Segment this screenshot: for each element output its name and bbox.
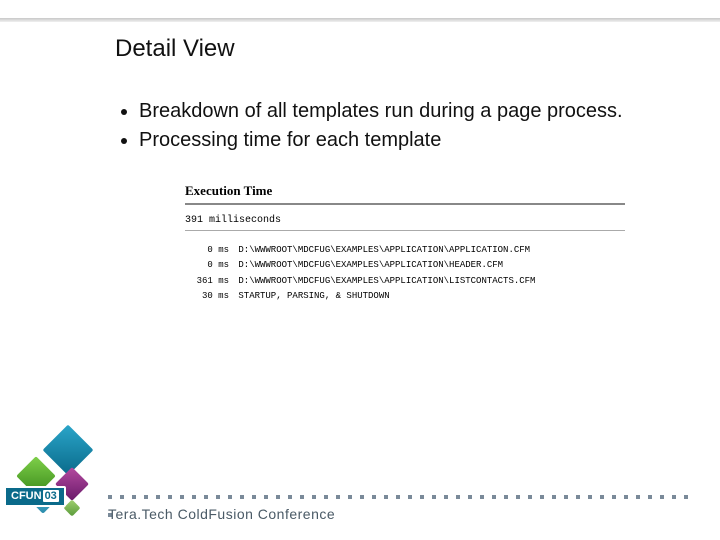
dot-icon: [372, 495, 376, 499]
dot-icon: [684, 495, 688, 499]
dot-icon: [672, 495, 676, 499]
bullet-item: Breakdown of all templates run during a …: [139, 99, 675, 124]
divider: [185, 203, 625, 205]
dot-icon: [312, 495, 316, 499]
footer: CFUN03 Tera.Tech ColdFusion Conference: [0, 460, 720, 540]
dot-icon: [660, 495, 664, 499]
dot-icon: [588, 495, 592, 499]
slide-content: Detail View Breakdown of all templates r…: [115, 35, 675, 304]
dot-icon: [264, 495, 268, 499]
execution-row-time: 361 ms: [185, 274, 233, 289]
execution-row-time: 0 ms: [185, 258, 233, 273]
dot-icon: [492, 495, 496, 499]
cube-icon: [43, 425, 94, 476]
dot-icon: [204, 495, 208, 499]
bullet-item: Processing time for each template: [139, 128, 675, 153]
logo-text: CFUN: [11, 490, 42, 502]
dot-icon: [396, 495, 400, 499]
logo-badge: CFUN03: [4, 486, 66, 507]
dot-icon: [156, 495, 160, 499]
top-divider: [0, 18, 720, 22]
dot-icon: [132, 495, 136, 499]
execution-row-path: D:\WWWROOT\MDCFUG\EXAMPLES\APPLICATION\L…: [238, 274, 535, 289]
execution-row: 0 ms D:\WWWROOT\MDCFUG\EXAMPLES\APPLICAT…: [185, 258, 625, 273]
dot-icon: [168, 495, 172, 499]
dot-icon: [120, 495, 124, 499]
cube-icon: [64, 500, 81, 517]
dot-icon: [444, 495, 448, 499]
dot-icon: [456, 495, 460, 499]
dot-icon: [324, 495, 328, 499]
dot-icon: [516, 495, 520, 499]
dot-icon: [252, 495, 256, 499]
dot-icon: [336, 495, 340, 499]
execution-row-time: 0 ms: [185, 243, 233, 258]
cfun-logo: CFUN03: [0, 414, 105, 534]
dot-icon: [624, 495, 628, 499]
dot-icon: [276, 495, 280, 499]
dot-icon: [384, 495, 388, 499]
dot-icon: [408, 495, 412, 499]
dot-icon: [432, 495, 436, 499]
dot-icon: [612, 495, 616, 499]
dot-icon: [468, 495, 472, 499]
dot-icon: [528, 495, 532, 499]
execution-time-block: Execution Time 391 milliseconds 0 ms D:\…: [185, 183, 625, 304]
slide-title: Detail View: [115, 35, 675, 63]
execution-row-time: 30 ms: [185, 289, 233, 304]
dot-icon: [228, 495, 232, 499]
execution-row-path: D:\WWWROOT\MDCFUG\EXAMPLES\APPLICATION\H…: [238, 258, 503, 273]
dot-icon: [288, 495, 292, 499]
dot-icon: [600, 495, 604, 499]
dot-icon: [240, 495, 244, 499]
logo-year: 03: [43, 490, 59, 502]
dot-icon: [576, 495, 580, 499]
dot-icon: [420, 495, 424, 499]
dot-icon: [564, 495, 568, 499]
dot-icon: [360, 495, 364, 499]
dot-icon: [216, 495, 220, 499]
execution-heading: Execution Time: [185, 183, 625, 199]
dot-icon: [480, 495, 484, 499]
dot-icon: [300, 495, 304, 499]
execution-row-path: STARTUP, PARSING, & SHUTDOWN: [238, 289, 389, 304]
execution-row-path: D:\WWWROOT\MDCFUG\EXAMPLES\APPLICATION\A…: [238, 243, 530, 258]
dot-icon: [144, 495, 148, 499]
dot-icon: [636, 495, 640, 499]
dot-icon: [348, 495, 352, 499]
execution-row: 361 ms D:\WWWROOT\MDCFUG\EXAMPLES\APPLIC…: [185, 274, 625, 289]
bullet-list: Breakdown of all templates run during a …: [115, 99, 675, 153]
execution-row: 30 ms STARTUP, PARSING, & SHUTDOWN: [185, 289, 625, 304]
dot-icon: [108, 495, 112, 499]
execution-row: 0 ms D:\WWWROOT\MDCFUG\EXAMPLES\APPLICAT…: [185, 243, 625, 258]
dot-icon: [192, 495, 196, 499]
dot-icon: [648, 495, 652, 499]
dot-icon: [504, 495, 508, 499]
dotted-rule: [108, 488, 700, 496]
dot-icon: [552, 495, 556, 499]
execution-total: 391 milliseconds: [185, 215, 625, 226]
divider: [185, 230, 625, 231]
conference-name: Tera.Tech ColdFusion Conference: [108, 506, 335, 522]
dot-icon: [540, 495, 544, 499]
dot-icon: [180, 495, 184, 499]
